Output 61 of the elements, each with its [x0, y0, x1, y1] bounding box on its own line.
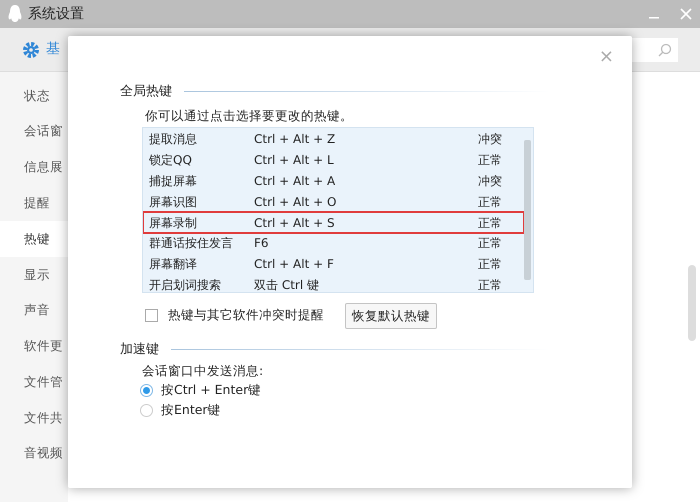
- section-title: 加速键: [120, 341, 159, 359]
- window-title: 系统设置: [28, 4, 84, 24]
- status-text: 正常: [478, 194, 502, 211]
- hotkey-row[interactable]: 屏幕识图 Ctrl + Alt + O 正常: [143, 191, 524, 212]
- sidebar-item[interactable]: 提醒: [0, 185, 68, 222]
- status-text: 正常: [478, 256, 502, 274]
- hotkey-text: Ctrl + Alt + S: [254, 214, 336, 232]
- section-title: 全局热键: [120, 83, 172, 101]
- sidebar-item[interactable]: 文件管: [0, 364, 68, 400]
- hotkey-text: Ctrl + Alt + O: [254, 194, 338, 211]
- action-name: 提取消息: [148, 131, 198, 148]
- radio-label[interactable]: 按Enter键: [161, 400, 221, 420]
- checkbox[interactable]: [145, 308, 158, 322]
- status-text: 正常: [478, 235, 502, 252]
- sidebar-item[interactable]: 信息展: [0, 150, 68, 186]
- hotkey-text: 双击 Ctrl 键: [254, 276, 320, 292]
- restore-defaults-button[interactable]: 恢复默认热键: [345, 303, 437, 329]
- hotkey-row[interactable]: 锁定QQ Ctrl + Alt + L 正常: [143, 150, 524, 171]
- sidebar-item[interactable]: 文件共: [0, 400, 68, 436]
- hotkey-row[interactable]: 捕捉屏幕 Ctrl + Alt + A 冲突: [143, 170, 524, 192]
- status-text: 正常: [478, 276, 502, 292]
- radio-button[interactable]: [140, 404, 153, 416]
- hotkey-text: F6: [254, 235, 270, 252]
- close-icon[interactable]: [680, 8, 692, 20]
- hotkey-row[interactable]: 开启划词搜索 双击 Ctrl 键 正常: [143, 274, 524, 292]
- hotkey-row[interactable]: 屏幕录制 Ctrl + Alt + S 正常: [143, 212, 524, 233]
- sidebar-item[interactable]: 热键: [0, 221, 68, 257]
- hotkey-row[interactable]: 提取消息 Ctrl + Alt + Z 冲突: [143, 129, 524, 150]
- search-icon: [658, 42, 672, 56]
- status-text: 冲突: [478, 131, 502, 148]
- status-text: 正常: [478, 152, 502, 170]
- penguin-icon: [8, 5, 22, 23]
- status-text: 正常: [478, 214, 502, 232]
- action-name: 开启划词搜索: [148, 276, 222, 292]
- scrollbar-thumb[interactable]: [524, 140, 531, 280]
- sidebar-item[interactable]: 显示: [0, 256, 68, 293]
- sidebar-item[interactable]: 会话窗: [0, 114, 68, 150]
- scrollbar-thumb[interactable]: [688, 265, 696, 341]
- sidebar-item[interactable]: 状态: [0, 78, 68, 114]
- hotkey-text: Ctrl + Alt + F: [254, 256, 335, 274]
- gear-icon: [22, 40, 40, 58]
- status-text: 冲突: [478, 172, 502, 190]
- hint-text: 你可以通过点击选择要更改的热键。: [145, 107, 353, 125]
- radio-label[interactable]: 按Ctrl + Enter键: [161, 380, 262, 400]
- checkbox-label[interactable]: 热键与其它软件冲突时提醒: [168, 306, 324, 325]
- action-name: 屏幕翻译: [148, 256, 198, 274]
- prompt-text: 会话窗口中发送消息:: [142, 362, 264, 380]
- sidebar-item[interactable]: 声音: [0, 292, 68, 329]
- sidebar-item[interactable]: 软件更: [0, 328, 68, 364]
- action-name: 屏幕识图: [148, 194, 198, 211]
- radio-button[interactable]: [140, 384, 153, 396]
- hotkey-row[interactable]: 群通话按住发言 F6 正常: [143, 232, 524, 254]
- hotkey-row[interactable]: 屏幕翻译 Ctrl + Alt + F 正常: [143, 254, 524, 275]
- action-name: 锁定QQ: [148, 152, 193, 170]
- hotkey-text: Ctrl + Alt + Z: [254, 131, 336, 148]
- hotkey-text: Ctrl + Alt + L: [254, 152, 335, 170]
- action-name: 捕捉屏幕: [148, 172, 198, 190]
- sidebar-item[interactable]: 音视频: [0, 436, 68, 472]
- hotkey-text: Ctrl + Alt + A: [254, 172, 336, 190]
- action-name: 群通话按住发言: [148, 235, 234, 252]
- action-name: 屏幕录制: [148, 214, 198, 232]
